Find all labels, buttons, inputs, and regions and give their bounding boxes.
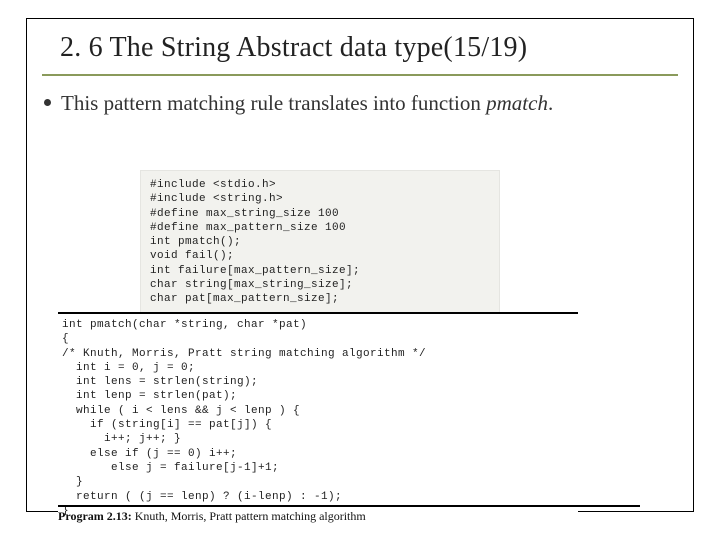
bullet-row: This pattern matching rule translates in… [44,90,664,116]
bullet-prefix: This pattern matching rule translates in… [61,91,486,115]
caption-label: Program 2.13: [58,509,132,523]
caption-text: Knuth, Morris, Pratt pattern matching al… [132,509,366,523]
code-block-declarations: #include <stdio.h> #include <string.h> #… [140,170,500,315]
bullet-icon [44,99,51,106]
code-function: int pmatch(char *string, char *pat) { /*… [62,318,574,518]
slide-title: 2. 6 The String Abstract data type(15/19… [60,32,684,64]
code-declarations: #include <stdio.h> #include <string.h> #… [150,178,490,307]
bullet-italic: pmatch [486,91,548,115]
caption-bar: Program 2.13: Knuth, Morris, Pratt patte… [58,505,640,524]
slide: 2. 6 The String Abstract data type(15/19… [0,0,720,540]
bullet-text: This pattern matching rule translates in… [61,90,553,116]
bullet-suffix: . [548,91,553,115]
program-caption: Program 2.13: Knuth, Morris, Pratt patte… [58,509,640,524]
code-block-function: int pmatch(char *string, char *pat) { /*… [58,312,578,520]
title-rule [42,74,678,76]
